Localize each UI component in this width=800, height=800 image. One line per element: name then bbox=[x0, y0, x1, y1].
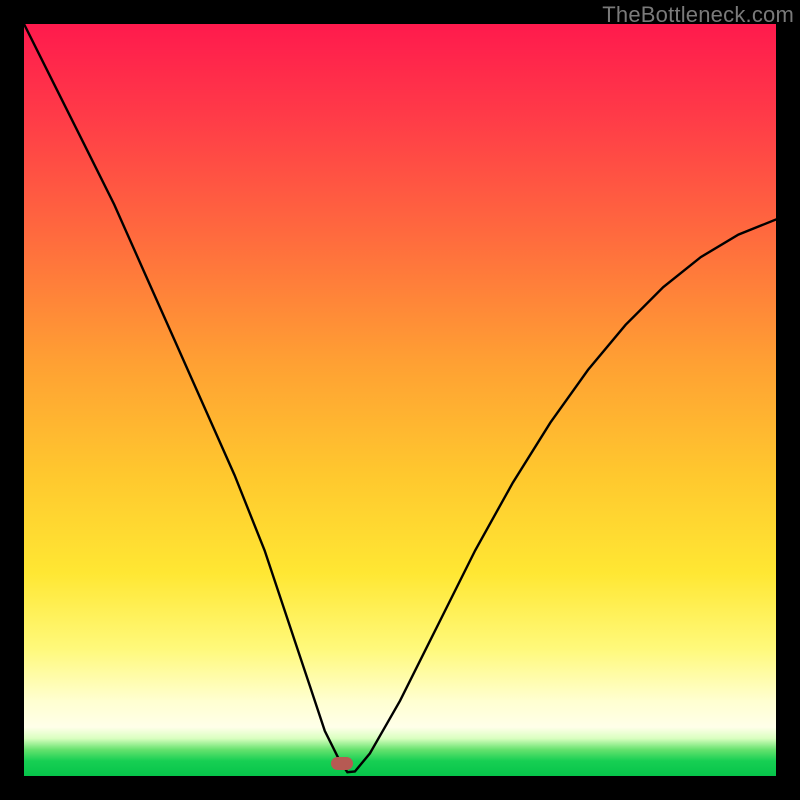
minimum-marker bbox=[331, 757, 353, 770]
bottleneck-curve bbox=[24, 24, 776, 776]
chart-frame bbox=[24, 24, 776, 776]
